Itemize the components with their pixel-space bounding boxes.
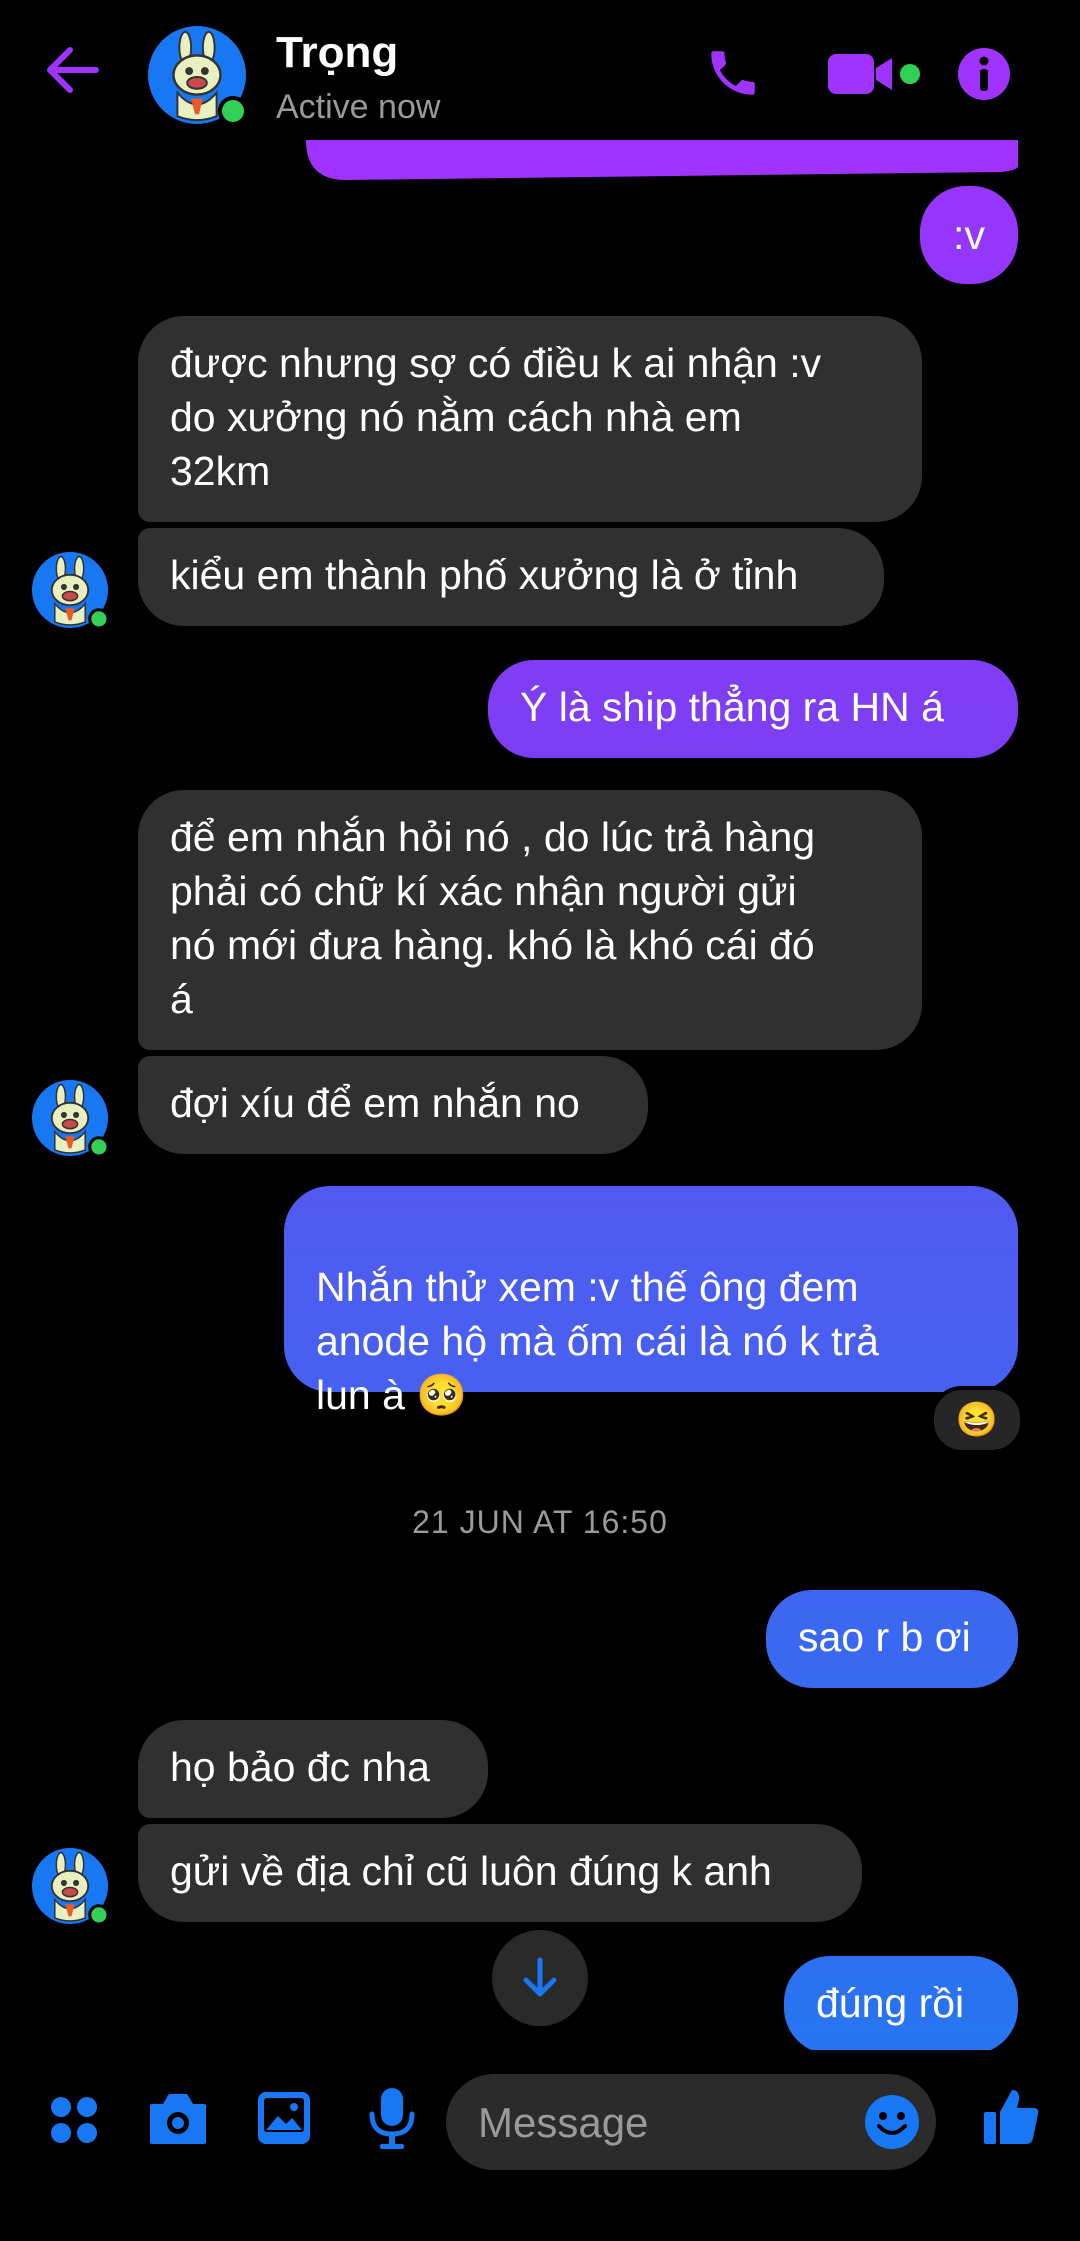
pleading-face-emoji: 🥺 [416, 1372, 468, 1418]
phone-icon[interactable] [704, 44, 762, 102]
contact-avatar[interactable] [148, 26, 248, 126]
camera-icon[interactable] [148, 2092, 208, 2146]
emoji-icon[interactable] [864, 2094, 920, 2150]
reaction-emoji: 😆 [955, 1401, 999, 1439]
sender-avatar[interactable] [32, 1080, 108, 1156]
video-camera-icon[interactable] [826, 48, 926, 100]
arrow-left-icon[interactable] [42, 40, 102, 100]
apps-icon[interactable] [48, 2094, 100, 2146]
gallery-icon[interactable] [256, 2090, 312, 2146]
thumbs-up-icon[interactable] [982, 2086, 1040, 2146]
conversation-header: Trọng Active now [0, 0, 1080, 140]
message-bubble-incoming[interactable]: kiểu em thành phố xưởng là ở tỉnh [138, 528, 884, 626]
message-bubble-incoming[interactable]: để em nhắn hỏi nó , do lúc trả hàng phải… [138, 790, 922, 1050]
message-bubble-incoming[interactable]: gửi về địa chỉ cũ luôn đúng k anh [138, 1824, 862, 1922]
info-icon[interactable] [956, 46, 1012, 102]
contact-name[interactable]: Trọng [276, 28, 398, 78]
scroll-to-bottom-button[interactable] [492, 1930, 588, 2026]
message-bubble-outgoing[interactable]: Ý là ship thẳng ra HN á [488, 660, 1018, 758]
online-dot-icon [218, 96, 248, 126]
message-bubble-incoming[interactable]: họ bảo đc nha [138, 1720, 488, 1818]
message-bubble-incoming[interactable]: đợi xíu để em nhắn no [138, 1056, 648, 1154]
message-bubble-outgoing[interactable]: :v [920, 186, 1018, 284]
message-bubble-outgoing[interactable]: Nhắn thử xem :v thế ông đem anode hộ mà … [284, 1186, 1018, 1418]
message-input[interactable] [476, 2092, 840, 2154]
message-bubble-outgoing[interactable]: đúng rồi [784, 1956, 1018, 2054]
message-bubble-outgoing[interactable]: sao r b ơi [766, 1590, 1018, 1688]
message-reaction[interactable]: 😆 [930, 1386, 1024, 1454]
message-input-container[interactable] [446, 2074, 936, 2170]
microphone-icon[interactable] [366, 2086, 418, 2150]
sender-avatar[interactable] [32, 552, 108, 628]
active-status: Active now [276, 88, 441, 126]
message-bubble-incoming[interactable]: được nhưng sợ có điều k ai nhận :v do xư… [138, 316, 922, 522]
arrow-down-icon [523, 1957, 557, 1997]
timestamp-divider: 21 JUN AT 16:50 [412, 1504, 668, 1540]
sender-avatar[interactable] [32, 1848, 108, 1924]
